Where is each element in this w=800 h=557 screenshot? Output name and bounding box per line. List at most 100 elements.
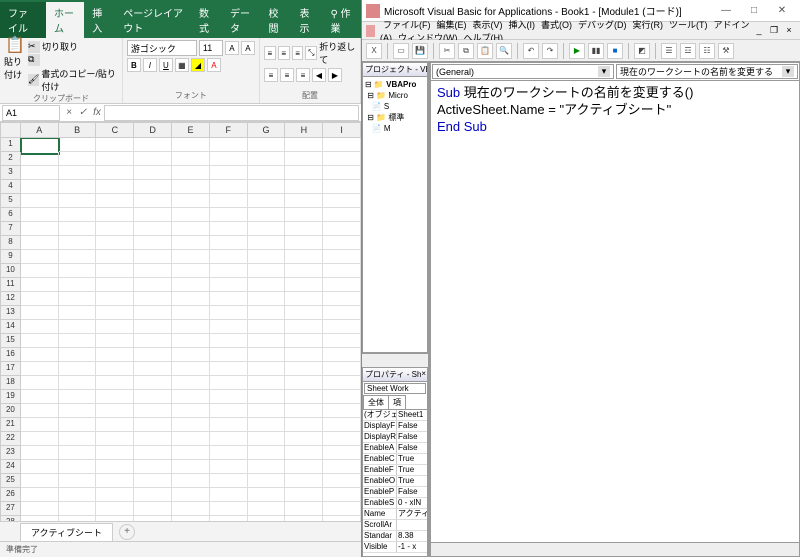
cell[interactable] [285,446,323,460]
align-right-icon[interactable]: ≡ [296,68,310,82]
property-value[interactable]: True [397,454,427,464]
cell[interactable] [210,264,248,278]
find-icon[interactable]: 🔍 [496,43,512,59]
cell[interactable] [210,306,248,320]
code-editor[interactable]: Sub 現在のワークシートの名前を変更する() ActiveSheet.Name… [431,81,799,542]
property-row[interactable]: Nameアクティ [363,509,427,520]
cell[interactable] [210,180,248,194]
cell[interactable] [248,138,286,152]
cell[interactable] [248,264,286,278]
row-header[interactable]: 15 [0,334,21,348]
cut-button[interactable]: ✂切り取り [28,40,118,53]
property-row[interactable]: EnableOTrue [363,476,427,487]
paste-button[interactable]: 📋 貼り付け [4,40,26,76]
font-size-select[interactable]: 11 [199,40,223,56]
align-left-icon[interactable]: ≡ [264,68,278,82]
cell[interactable] [134,320,172,334]
cell[interactable] [172,152,210,166]
cell[interactable] [96,334,134,348]
cell[interactable] [134,292,172,306]
cell[interactable] [210,502,248,516]
cell[interactable] [248,460,286,474]
cell[interactable] [134,404,172,418]
cell[interactable] [96,390,134,404]
cell[interactable] [59,362,97,376]
cell[interactable] [172,376,210,390]
cell[interactable] [96,264,134,278]
cell[interactable] [172,488,210,502]
cell[interactable] [172,208,210,222]
cell[interactable] [172,306,210,320]
indent-inc-icon[interactable]: ▶ [328,68,342,82]
column-header[interactable]: I [323,122,361,138]
cell[interactable] [134,390,172,404]
cell[interactable] [96,446,134,460]
cell[interactable] [59,390,97,404]
cell[interactable] [134,460,172,474]
row-header[interactable]: 8 [0,236,21,250]
tree-item[interactable]: M [384,124,391,133]
cell[interactable] [59,334,97,348]
row-header[interactable]: 7 [0,222,21,236]
enter-icon[interactable]: ✓ [76,107,90,118]
cell[interactable] [96,236,134,250]
property-row[interactable]: EnableFTrue [363,465,427,476]
row-header[interactable]: 27 [0,502,21,516]
cell[interactable] [172,432,210,446]
copy-icon[interactable]: ⧉ [458,43,474,59]
cell[interactable] [96,166,134,180]
cell[interactable] [210,390,248,404]
mdi-restore-icon[interactable]: ❐ [767,25,781,36]
cell[interactable] [172,194,210,208]
project-hscroll[interactable] [362,353,428,367]
cell[interactable] [172,250,210,264]
property-row[interactable]: EnableS0 - xlN [363,498,427,509]
cell[interactable] [172,292,210,306]
cell[interactable] [134,250,172,264]
cell[interactable] [323,222,361,236]
menu-item[interactable]: 実行(R) [629,19,666,31]
column-header[interactable]: H [285,122,323,138]
cell[interactable] [248,320,286,334]
cell[interactable] [285,474,323,488]
cell[interactable] [248,208,286,222]
property-row[interactable]: (オブジェSheet1 [363,410,427,421]
cell[interactable] [21,264,59,278]
row-header[interactable]: 3 [0,166,21,180]
cell[interactable] [134,474,172,488]
cell[interactable] [285,348,323,362]
row-header[interactable]: 4 [0,180,21,194]
cell[interactable] [323,362,361,376]
view-excel-icon[interactable]: X [366,43,382,59]
menu-item[interactable]: 表示(V) [469,19,505,31]
row-header[interactable]: 22 [0,432,21,446]
cell[interactable] [172,418,210,432]
cell[interactable] [248,292,286,306]
cell[interactable] [172,138,210,152]
cell[interactable] [96,348,134,362]
property-value[interactable]: 8.38 [397,531,427,541]
cell[interactable] [248,432,286,446]
cell[interactable] [21,166,59,180]
cell[interactable] [59,404,97,418]
cell[interactable] [134,180,172,194]
cell[interactable] [172,362,210,376]
properties-icon[interactable]: ☲ [680,43,696,59]
tab-insert[interactable]: 挿入 [84,2,115,38]
cell[interactable] [323,432,361,446]
cell[interactable] [59,446,97,460]
mdi-min-icon[interactable]: _ [752,25,766,36]
cell[interactable] [323,208,361,222]
cell[interactable] [21,362,59,376]
cell[interactable] [96,180,134,194]
align-mid-icon[interactable]: ≡ [278,46,290,60]
cell[interactable] [172,236,210,250]
cell[interactable] [210,236,248,250]
row-header[interactable]: 5 [0,194,21,208]
cell[interactable] [134,138,172,152]
cell[interactable] [285,390,323,404]
cell[interactable] [285,460,323,474]
cell[interactable] [96,138,134,152]
cell[interactable] [210,138,248,152]
fill-color-button[interactable]: ◢ [191,58,205,72]
